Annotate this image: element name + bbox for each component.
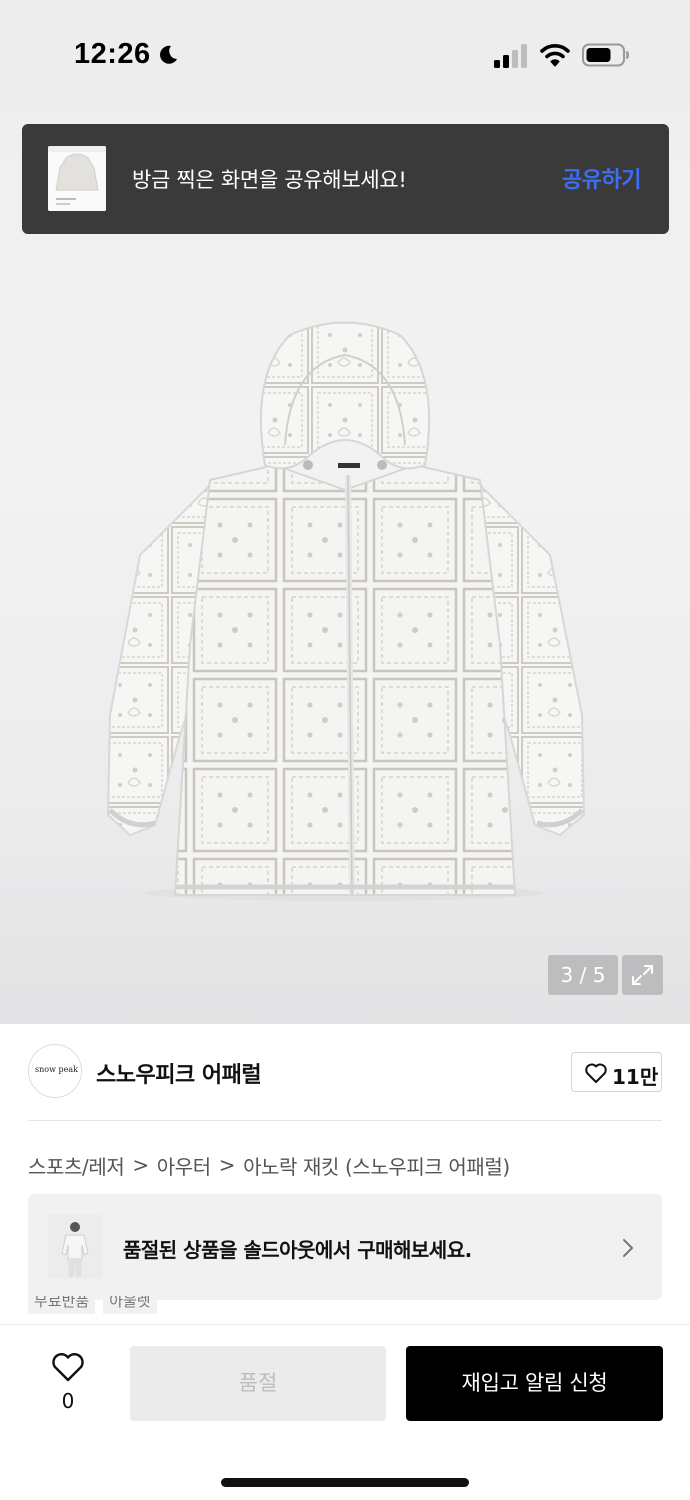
restock-alert-button[interactable]: 재입고 알림 신청	[406, 1346, 663, 1421]
heart-icon	[52, 1353, 84, 1382]
cellular-signal-icon	[494, 44, 527, 68]
breadcrumb-item-category[interactable]: 스포츠/레저	[28, 1151, 125, 1180]
page-indicator: 3 / 5	[548, 955, 618, 995]
product-image-gallery[interactable]: 3 / 5	[0, 110, 690, 1024]
breadcrumb-item-product-type[interactable]: 아노락 재킷 (스노우피크 어패럴)	[243, 1151, 510, 1180]
wishlist-button[interactable]: 0	[46, 1349, 90, 1419]
home-indicator[interactable]	[221, 1478, 469, 1487]
battery-icon	[582, 43, 629, 67]
soldout-banner[interactable]: 품절된 상품을 솔드아웃에서 구매해보세요.	[28, 1194, 662, 1300]
breadcrumb: 스포츠/레저 > 아우터 > 아노락 재킷 (스노우피크 어패럴)	[28, 1150, 510, 1180]
status-time: 12:26	[74, 38, 151, 70]
soldout-message: 품절된 상품을 솔드아웃에서 구매해보세요.	[123, 1238, 472, 1262]
divider	[28, 1120, 662, 1121]
soldout-button: 품절	[130, 1346, 386, 1421]
brand-name[interactable]: 스노우피크 어패럴	[96, 1057, 262, 1089]
tag-list: 무료반품 아울렛	[28, 1296, 157, 1316]
brand-row[interactable]: snow peak 스노우피크 어패럴 11만	[28, 1044, 662, 1100]
breadcrumb-item-subcategory[interactable]: 아우터	[157, 1151, 211, 1180]
tag-outlet: 아울렛	[103, 1296, 157, 1314]
wifi-icon	[540, 44, 570, 67]
heart-icon	[585, 1063, 607, 1083]
brand-like-button[interactable]: 11만	[571, 1052, 662, 1092]
expand-icon	[632, 965, 653, 985]
chevron-right-icon: >	[218, 1153, 236, 1177]
screenshot-preview-image	[48, 146, 106, 211]
tag-free-return: 무료반품	[28, 1296, 96, 1314]
brand-logo[interactable]: snow peak	[28, 1044, 82, 1098]
wishlist-count: 0	[61, 1389, 75, 1413]
share-button[interactable]: 공유하기	[562, 162, 641, 194]
screenshot-thumbnail[interactable]	[48, 146, 106, 211]
share-toast: 방금 찍은 화면을 공유해보세요! 공유하기	[22, 124, 669, 234]
brand-logo-text: snow peak	[35, 1065, 78, 1074]
moon-icon	[160, 45, 177, 64]
share-message: 방금 찍은 화면을 공유해보세요!	[132, 168, 407, 192]
status-bar: 12:26	[0, 0, 690, 110]
product-image[interactable]	[100, 315, 590, 905]
bottom-action-bar: 0 품절 재입고 알림 신청	[0, 1324, 690, 1500]
chevron-right-icon: >	[132, 1153, 149, 1177]
expand-button[interactable]	[622, 955, 663, 995]
soldout-thumbnail	[48, 1215, 103, 1279]
chevron-right-icon	[623, 1239, 634, 1257]
brand-like-count: 11만	[612, 1065, 659, 1089]
soldout-model-image	[48, 1215, 103, 1279]
